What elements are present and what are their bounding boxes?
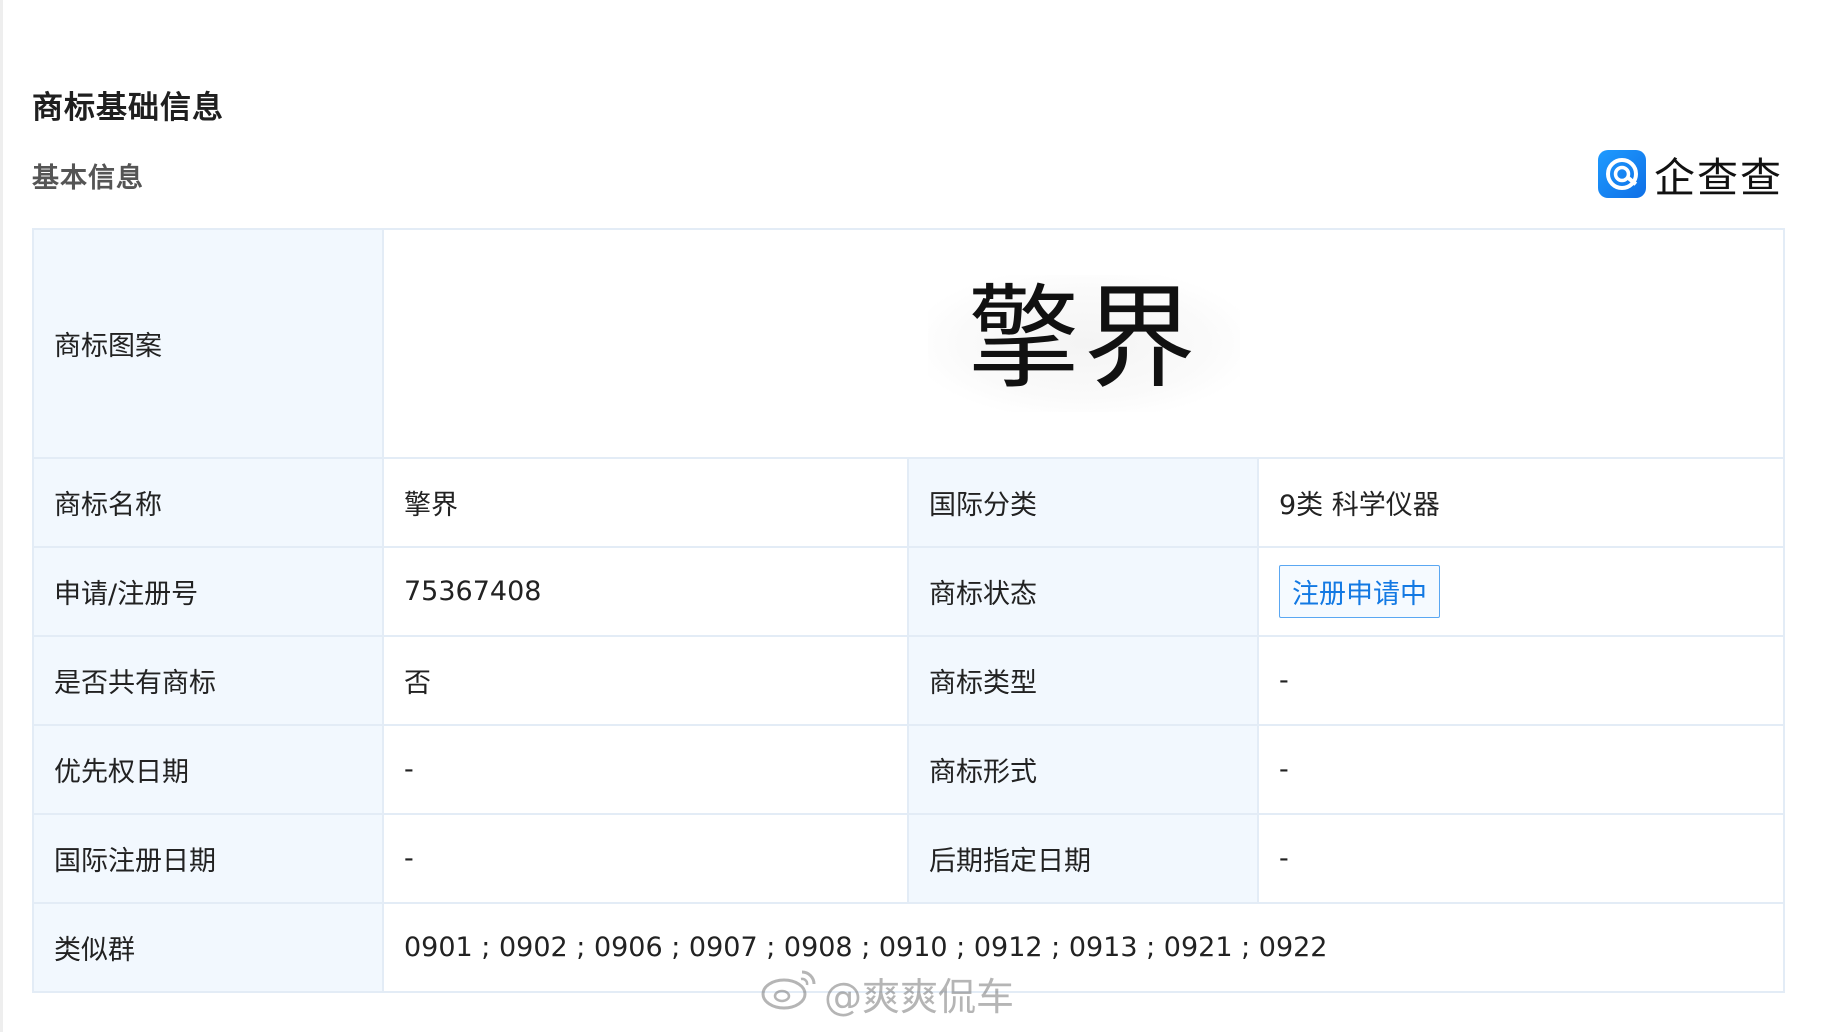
table-row: 国际注册日期 - 后期指定日期 - xyxy=(32,813,1785,904)
trademark-info-table: 商标图案 擎界 商标名称 擎界 国际分类 9类 科学仪器 申请/注册号 7536… xyxy=(32,228,1785,993)
qichacha-logo-icon xyxy=(1598,150,1646,198)
label-similar-group: 类似群 xyxy=(32,902,384,993)
label-shared-trademark: 是否共有商标 xyxy=(32,635,384,726)
label-pattern: 商标图案 xyxy=(32,228,384,459)
value-trademark-name: 擎界 xyxy=(382,457,909,548)
value-intl-registration-date: - xyxy=(382,813,909,904)
page: 商标基础信息 基本信息 企查查 商标图案 擎界 商标名称 擎界 国际分类 9类 … xyxy=(0,0,1824,1032)
section-title: 商标基础信息 xyxy=(32,90,224,126)
weibo-icon xyxy=(760,966,818,1021)
value-international-class: 9类 科学仪器 xyxy=(1257,457,1785,548)
watermark: @爽爽侃车 xyxy=(760,966,1014,1021)
label-trademark-status: 商标状态 xyxy=(907,546,1259,637)
value-shared-trademark: 否 xyxy=(382,635,909,726)
table-row-pattern: 商标图案 擎界 xyxy=(32,228,1785,459)
value-registration-number: 75367408 xyxy=(382,546,909,637)
value-subsequent-designation-date: - xyxy=(1257,813,1785,904)
left-border xyxy=(0,0,3,1032)
label-intl-registration-date: 国际注册日期 xyxy=(32,813,384,904)
table-row: 商标名称 擎界 国际分类 9类 科学仪器 xyxy=(32,457,1785,548)
value-trademark-status-cell: 注册申请中 xyxy=(1257,546,1785,637)
label-priority-date: 优先权日期 xyxy=(32,724,384,815)
table-row: 是否共有商标 否 商标类型 - xyxy=(32,635,1785,726)
label-registration-number: 申请/注册号 xyxy=(32,546,384,637)
table-row: 申请/注册号 75367408 商标状态 注册申请中 xyxy=(32,546,1785,637)
label-trademark-name: 商标名称 xyxy=(32,457,384,548)
trademark-pattern-image: 擎界 xyxy=(927,274,1240,413)
brand-logo-group[interactable]: 企查查 xyxy=(1598,148,1783,202)
sub-title: 基本信息 xyxy=(32,163,144,194)
brand-name: 企查查 xyxy=(1654,154,1783,202)
status-badge[interactable]: 注册申请中 xyxy=(1279,565,1440,618)
value-similar-group: 0901 ; 0902 ; 0906 ; 0907 ; 0908 ; 0910 … xyxy=(382,902,1785,993)
label-international-class: 国际分类 xyxy=(907,457,1259,548)
value-priority-date: - xyxy=(382,724,909,815)
value-trademark-form: - xyxy=(1257,724,1785,815)
label-subsequent-designation-date: 后期指定日期 xyxy=(907,813,1259,904)
label-trademark-type: 商标类型 xyxy=(907,635,1259,726)
value-trademark-type: - xyxy=(1257,635,1785,726)
label-trademark-form: 商标形式 xyxy=(907,724,1259,815)
table-row: 优先权日期 - 商标形式 - xyxy=(32,724,1785,815)
pattern-cell: 擎界 xyxy=(382,228,1785,459)
watermark-text: @爽爽侃车 xyxy=(824,975,1015,1019)
